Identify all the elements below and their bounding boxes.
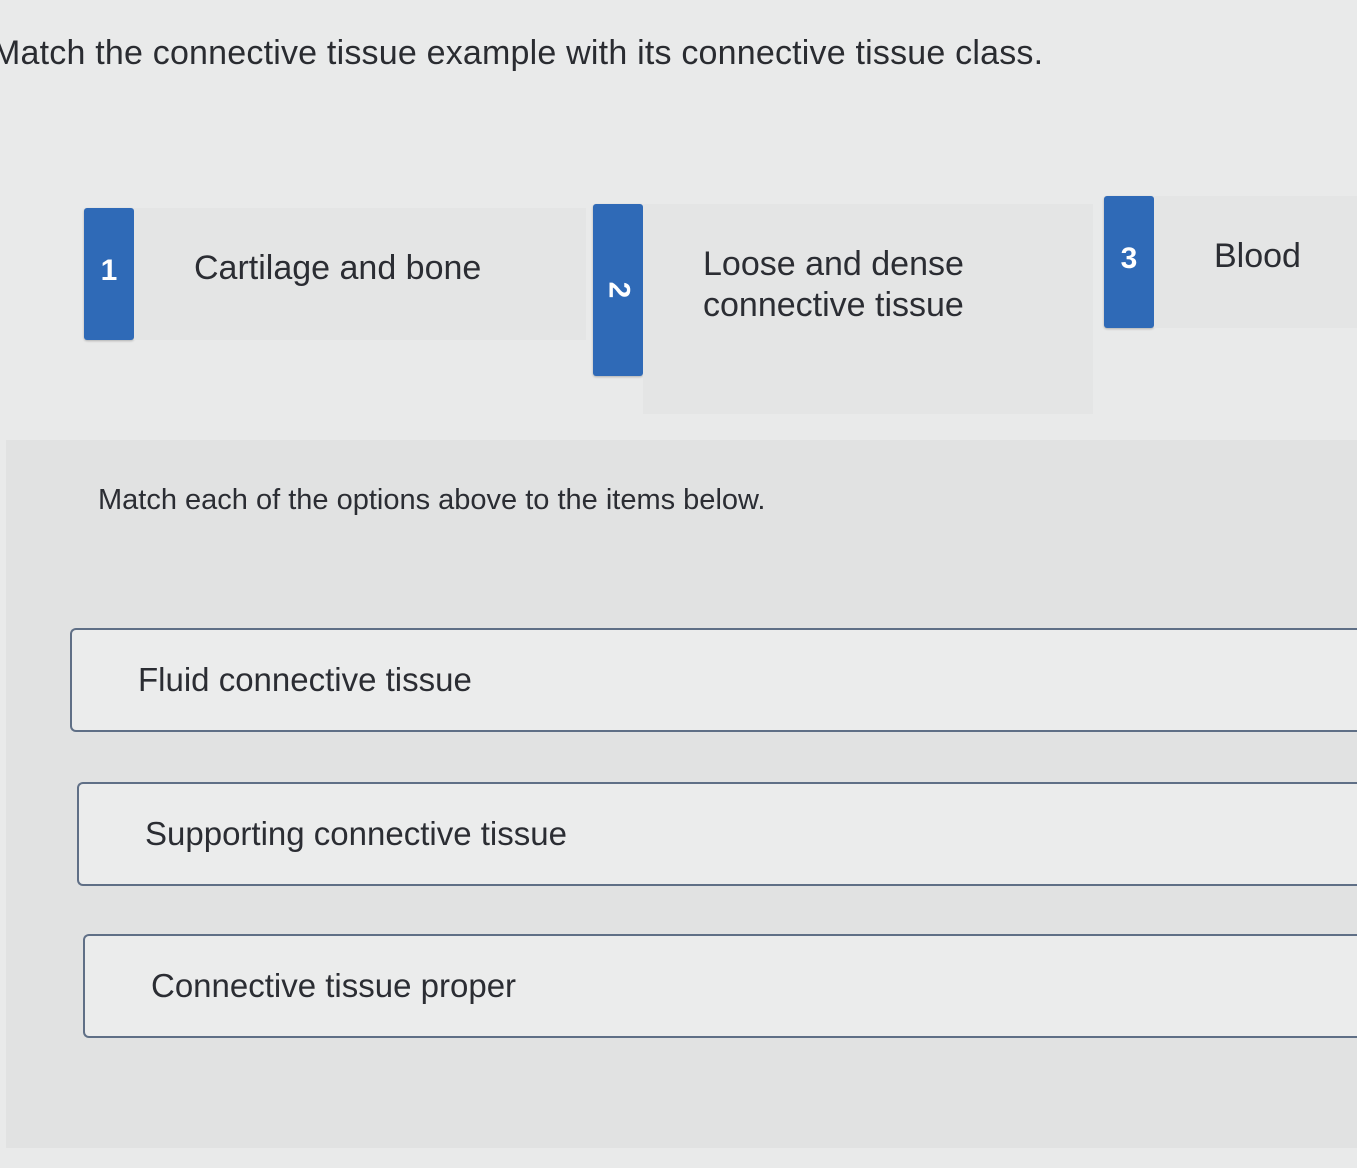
match-instruction: Match each of the options above to the i… — [98, 484, 766, 516]
option-card-2[interactable]: 2 Loose and dense connective tissue — [593, 204, 1093, 414]
drop-target-label: Supporting connective tissue — [145, 815, 567, 852]
option-badge-2[interactable]: 2 — [593, 204, 643, 376]
option-label-2-line1: Loose and dense — [703, 245, 964, 283]
option-label-3: Blood — [1214, 237, 1301, 275]
drop-target-supporting[interactable]: Supporting connective tissue — [77, 782, 1357, 886]
option-number-2: 2 — [602, 281, 635, 299]
option-card-1[interactable]: 1 Cartilage and bone — [84, 208, 586, 340]
drop-target-label: Fluid connective tissue — [138, 661, 472, 698]
option-number-3: 3 — [1120, 242, 1138, 275]
drop-target-fluid[interactable]: Fluid connective tissue — [70, 628, 1357, 732]
option-badge-3[interactable]: 3 — [1104, 196, 1154, 328]
option-label-1: Cartilage and bone — [194, 249, 482, 287]
drop-target-proper[interactable]: Connective tissue proper — [83, 934, 1357, 1038]
question-title: Match the connective tissue example with… — [0, 34, 1044, 72]
option-card-3[interactable]: 3 Blood — [1104, 196, 1357, 328]
option-label-2-line2: connective tissue — [703, 286, 964, 324]
option-body-2[interactable]: Loose and dense connective tissue — [643, 204, 1093, 414]
option-body-3[interactable]: Blood — [1154, 196, 1357, 328]
drop-target-label: Connective tissue proper — [151, 967, 517, 1004]
option-body-1[interactable]: Cartilage and bone — [134, 208, 586, 340]
option-number-1: 1 — [100, 254, 118, 287]
option-badge-1[interactable]: 1 — [84, 208, 134, 340]
